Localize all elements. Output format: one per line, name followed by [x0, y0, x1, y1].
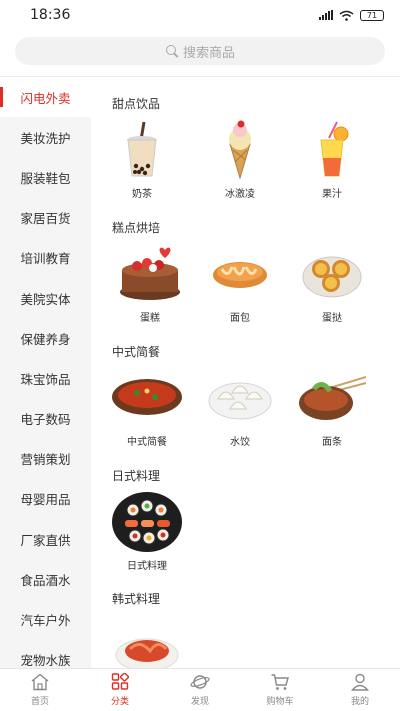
sidebar-item-baby[interactable]: 母婴用品 [0, 479, 91, 519]
sidebar-item-label: 母婴用品 [20, 492, 71, 508]
sidebar-item-label: 营销策划 [20, 452, 71, 468]
product-label: 奶茶 [132, 189, 152, 200]
sidebar-item-salon[interactable]: 美院实体 [0, 278, 91, 318]
tab-label: 首页 [30, 697, 49, 707]
product-label: 日式料理 [127, 561, 167, 572]
section-title: 糕点烘培 [112, 221, 161, 235]
signal-icon [319, 10, 333, 20]
sidebar-item-home-goods[interactable]: 家居百货 [0, 198, 91, 238]
sidebar-item-label: 宠物水族 [20, 653, 71, 668]
product-tile-noodles[interactable]: 面条 [294, 365, 370, 448]
sidebar-item-label: 食品酒水 [20, 572, 71, 588]
sidebar-item-flash-delivery[interactable]: 闪电外卖 [0, 77, 91, 118]
product-tile-korean[interactable] [109, 617, 185, 668]
bread-icon [202, 241, 278, 307]
tab-discover[interactable]: 发现 [160, 669, 240, 711]
sidebar-item-auto-outdoor[interactable]: 汽车户外 [0, 599, 91, 639]
cake-icon [112, 241, 188, 307]
sidebar-item-food-drinks[interactable]: 食品酒水 [0, 559, 91, 599]
sidebar-item-label: 电子数码 [20, 412, 71, 428]
juice-icon [294, 117, 370, 183]
sidebar-item-factory-direct[interactable]: 厂家直供 [0, 519, 91, 559]
tab-home[interactable]: 首页 [0, 669, 80, 711]
section-title: 甜点饮品 [112, 97, 161, 111]
status-icons: 71 [319, 9, 384, 21]
bottom-tab-bar: 首页 分类 发现 购物车 我的 [0, 668, 400, 711]
cart-icon [271, 674, 289, 690]
section-title: 韩式料理 [112, 592, 161, 606]
product-label: 蛋糕 [140, 313, 160, 324]
product-tile-japanese[interactable]: 日式料理 [109, 489, 185, 572]
product-tile-ice-cream[interactable]: 冰激凌 [202, 117, 278, 200]
sidebar-item-apparel[interactable]: 服装鞋包 [0, 157, 91, 197]
home-icon [31, 673, 49, 691]
tab-label: 我的 [350, 697, 369, 707]
sidebar-item-label: 厂家直供 [20, 532, 71, 548]
user-icon [351, 673, 369, 691]
product-tile-chinese-meal[interactable]: 中式简餐 [109, 365, 185, 448]
sidebar-item-label: 珠宝饰品 [20, 371, 71, 387]
tab-label: 发现 [190, 697, 209, 707]
product-tile-milk-tea[interactable]: 奶茶 [104, 117, 180, 200]
sidebar-item-label: 美院实体 [20, 291, 71, 307]
sidebar-item-beauty[interactable]: 美妆洗护 [0, 117, 91, 157]
product-label: 蛋挞 [322, 313, 342, 324]
milk-tea-icon [104, 117, 180, 183]
dumplings-icon [202, 365, 278, 431]
sushi-icon [109, 489, 185, 555]
product-label: 面包 [230, 313, 250, 324]
sidebar-item-label: 培训教育 [20, 251, 71, 267]
product-label: 冰激凌 [225, 189, 255, 200]
status-time: 18:36 [30, 7, 71, 23]
sidebar-item-electronics[interactable]: 电子数码 [0, 399, 91, 439]
tab-category[interactable]: 分类 [80, 669, 160, 711]
category-icon [111, 673, 130, 690]
section-title: 中式简餐 [112, 345, 161, 359]
product-tile-juice[interactable]: 果汁 [294, 117, 370, 200]
search-icon [165, 44, 179, 58]
tab-label: 购物车 [266, 697, 294, 707]
sidebar-item-label: 家居百货 [20, 211, 71, 227]
product-label: 面条 [322, 437, 342, 448]
wifi-icon [339, 10, 354, 21]
noodles-icon [294, 365, 370, 431]
tab-cart[interactable]: 购物车 [240, 669, 320, 711]
product-tile-egg-tart[interactable]: 蛋挞 [294, 241, 370, 324]
product-tile-bread[interactable]: 面包 [202, 241, 278, 324]
sidebar-item-pets[interactable]: 宠物水族 [0, 640, 91, 668]
tab-profile[interactable]: 我的 [320, 669, 400, 711]
sidebar-item-label: 美妆洗护 [20, 130, 71, 146]
sidebar-item-label: 保健养身 [20, 331, 71, 347]
category-sidebar[interactable]: 闪电外卖 美妆洗护 服装鞋包 家居百货 培训教育 美院实体 保健养身 珠宝饰品 … [0, 77, 91, 668]
sidebar-item-health[interactable]: 保健养身 [0, 318, 91, 358]
sidebar-item-jewelry[interactable]: 珠宝饰品 [0, 358, 91, 398]
sidebar-item-label: 闪电外卖 [20, 90, 71, 106]
product-label: 果汁 [322, 189, 342, 200]
section-title: 日式料理 [112, 469, 161, 483]
status-bar: 18:36 71 [0, 0, 400, 30]
planet-icon [190, 675, 210, 689]
product-label: 水饺 [230, 437, 250, 448]
tab-label: 分类 [110, 697, 129, 707]
search-bar[interactable]: 搜索商品 [15, 37, 385, 65]
sidebar-item-marketing[interactable]: 营销策划 [0, 439, 91, 479]
chinese-meal-icon [109, 365, 185, 431]
ice-cream-icon [202, 117, 278, 183]
sidebar-item-education[interactable]: 培训教育 [0, 238, 91, 278]
product-tile-dumplings[interactable]: 水饺 [202, 365, 278, 448]
battery-icon: 71 [360, 9, 384, 21]
product-tile-cake[interactable]: 蛋糕 [112, 241, 188, 324]
korean-dish-icon [109, 617, 185, 668]
egg-tart-icon [294, 241, 370, 307]
sidebar-item-label: 服装鞋包 [20, 170, 71, 186]
sidebar-item-label: 汽车户外 [20, 613, 71, 629]
product-label: 中式简餐 [127, 437, 167, 448]
search-placeholder: 搜索商品 [182, 45, 235, 61]
category-content: 甜点饮品 奶茶 冰激凌 果汁 糕点烘培 蛋糕 面包 蛋挞 中式简餐 中式简餐 水… [91, 77, 400, 668]
